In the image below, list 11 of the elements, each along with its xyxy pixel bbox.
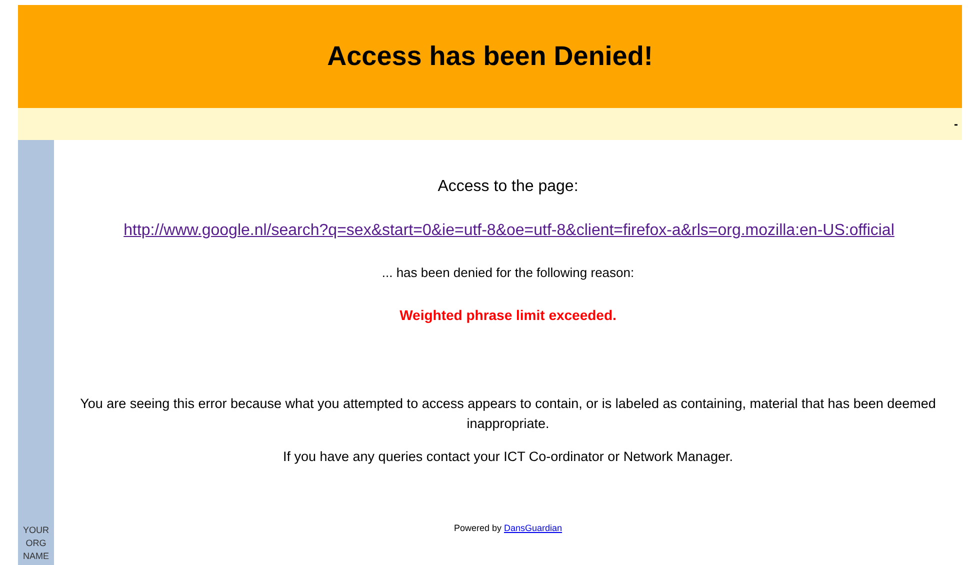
org-name: YOUR ORG NAME [22,524,50,563]
reason-text: Weighted phrase limit exceeded. [400,306,616,325]
info-text: - [954,116,958,133]
dansguardian-link[interactable]: DansGuardian [504,522,562,533]
powered-by-text: Powered by DansGuardian [454,522,562,535]
blocked-url-link[interactable]: http://www.google.nl/search?q=sex&start=0&ie=utf-8&oe=utf-8&client=firefox-a&rls=org.mozilla:en-US:official [124,219,894,243]
denied-text: ... has been denied for the following reason: [382,264,634,282]
intro-text: Access to the page: [438,177,578,197]
page-title: Access has been Denied! [327,40,653,74]
contact-text: If you have any queries contact your ICT Co-ordinator or Network Manager. [283,448,733,466]
explanation-text: You are seeing this error because what you attempted to access appears to contain, or is labeled as containing, material that has been deemed inappropriate. [79,394,937,433]
